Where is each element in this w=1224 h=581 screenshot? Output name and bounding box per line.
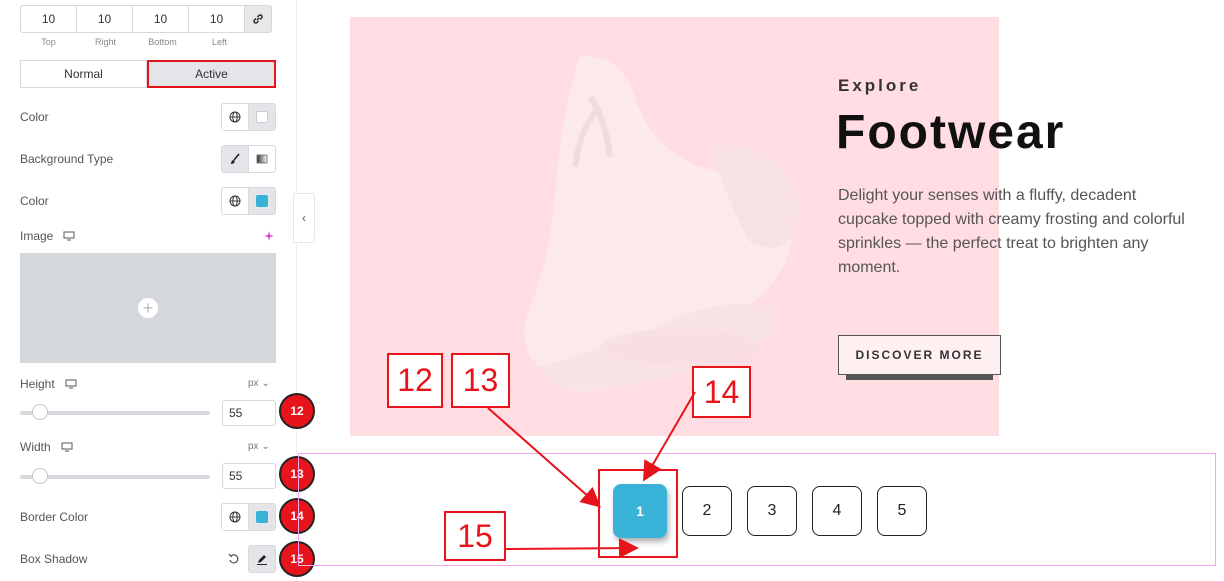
ai-sparkle-icon[interactable] [264, 230, 276, 242]
banner-description: Delight your senses with a fluffy, decad… [838, 187, 1185, 276]
height-slider-handle[interactable] [32, 404, 48, 420]
settings-panel: 10 10 10 10 Top Right Bottom Left Normal… [0, 0, 297, 581]
pencil-icon[interactable] [249, 546, 275, 572]
width-input[interactable]: 55 [222, 463, 276, 489]
gradient-icon[interactable] [248, 146, 275, 172]
color-label: Color [20, 110, 49, 124]
image-label: Image [20, 229, 54, 243]
callout-label-13: 13 [451, 353, 510, 408]
image-picker[interactable]: + [20, 253, 276, 363]
height-unit: px [248, 378, 259, 389]
height-input[interactable]: 55 [222, 400, 276, 426]
step-badge-12: 12 [279, 393, 315, 429]
highlight-box [598, 469, 678, 558]
height-label-group: Height [20, 377, 77, 391]
brush-icon[interactable] [222, 146, 248, 172]
dimension-right-input[interactable]: 10 [76, 5, 132, 33]
tab-normal[interactable]: Normal [20, 60, 147, 88]
desktop-icon [61, 442, 73, 452]
color-swatch[interactable] [248, 104, 275, 130]
background-type-label: Background Type [20, 152, 114, 166]
width-label-group: Width [20, 440, 73, 454]
width-unit: px [248, 441, 259, 452]
height-label: Height [20, 377, 55, 391]
width-unit-select[interactable]: px ⌄ [248, 441, 270, 452]
image-row: Image [20, 222, 276, 250]
dimension-right-label: Right [94, 37, 116, 47]
bg-color-control [221, 187, 276, 215]
dimensions-control: 10 10 10 10 [20, 5, 272, 33]
box-shadow-row: Box Shadow [20, 545, 276, 573]
bg-color-row: Color [20, 187, 276, 215]
width-label: Width [20, 440, 51, 454]
dimension-top-label: Top [41, 37, 56, 47]
edit-shadow-button[interactable] [248, 545, 276, 573]
globe-icon[interactable] [222, 504, 248, 530]
plus-icon[interactable]: + [138, 298, 158, 318]
collapse-panel-button[interactable]: ‹ [293, 193, 315, 243]
callout-label-15: 15 [444, 511, 506, 561]
dimension-labels: Top Right Bottom Left [20, 37, 248, 47]
dimension-top-input[interactable]: 10 [20, 5, 76, 33]
image-label-group: Image [20, 229, 75, 243]
box-shadow-label: Box Shadow [20, 552, 88, 566]
height-unit-select[interactable]: px ⌄ [248, 378, 270, 389]
callout-label-12: 12 [387, 353, 443, 408]
border-color-swatch[interactable] [248, 504, 275, 530]
dimension-bottom-label: Bottom [148, 37, 177, 47]
background-type-row: Background Type [20, 145, 276, 173]
height-row: Height [20, 370, 276, 398]
globe-icon[interactable] [222, 188, 248, 214]
width-slider[interactable] [20, 468, 210, 484]
box-shadow-controls [228, 545, 276, 573]
reset-icon[interactable] [228, 553, 240, 565]
background-type-control [221, 145, 276, 173]
link-icon[interactable] [244, 5, 272, 33]
callout-label-14: 14 [692, 366, 751, 418]
color-control [221, 103, 276, 131]
banner-headline: Footwear [836, 106, 1066, 159]
page-button-2[interactable]: 2 [682, 486, 732, 536]
banner-eyebrow: Explore [838, 76, 922, 95]
border-color-row: Border Color [20, 503, 276, 531]
dimension-left-label: Left [211, 37, 227, 47]
tab-active[interactable]: Active [147, 60, 276, 88]
page-button-5[interactable]: 5 [877, 486, 927, 536]
height-slider[interactable] [20, 404, 210, 420]
border-color-label: Border Color [20, 510, 89, 524]
border-color-control [221, 503, 276, 531]
globe-icon[interactable] [222, 104, 248, 130]
dimension-left-input[interactable]: 10 [188, 5, 244, 33]
cta-shadow [846, 375, 993, 380]
bg-color-label: Color [20, 194, 49, 208]
state-tabs: Normal Active [20, 60, 276, 88]
dimension-bottom-input[interactable]: 10 [132, 5, 188, 33]
chevron-left-icon: ‹ [302, 211, 306, 225]
color-row: Color [20, 103, 276, 131]
page-button-3[interactable]: 3 [747, 486, 797, 536]
desktop-icon [65, 379, 77, 389]
width-slider-handle[interactable] [32, 468, 48, 484]
width-row: Width [20, 433, 276, 461]
discover-more-button[interactable]: DISCOVER MORE [838, 335, 1001, 375]
bg-color-swatch[interactable] [248, 188, 275, 214]
page-button-4[interactable]: 4 [812, 486, 862, 536]
desktop-icon [63, 231, 75, 241]
